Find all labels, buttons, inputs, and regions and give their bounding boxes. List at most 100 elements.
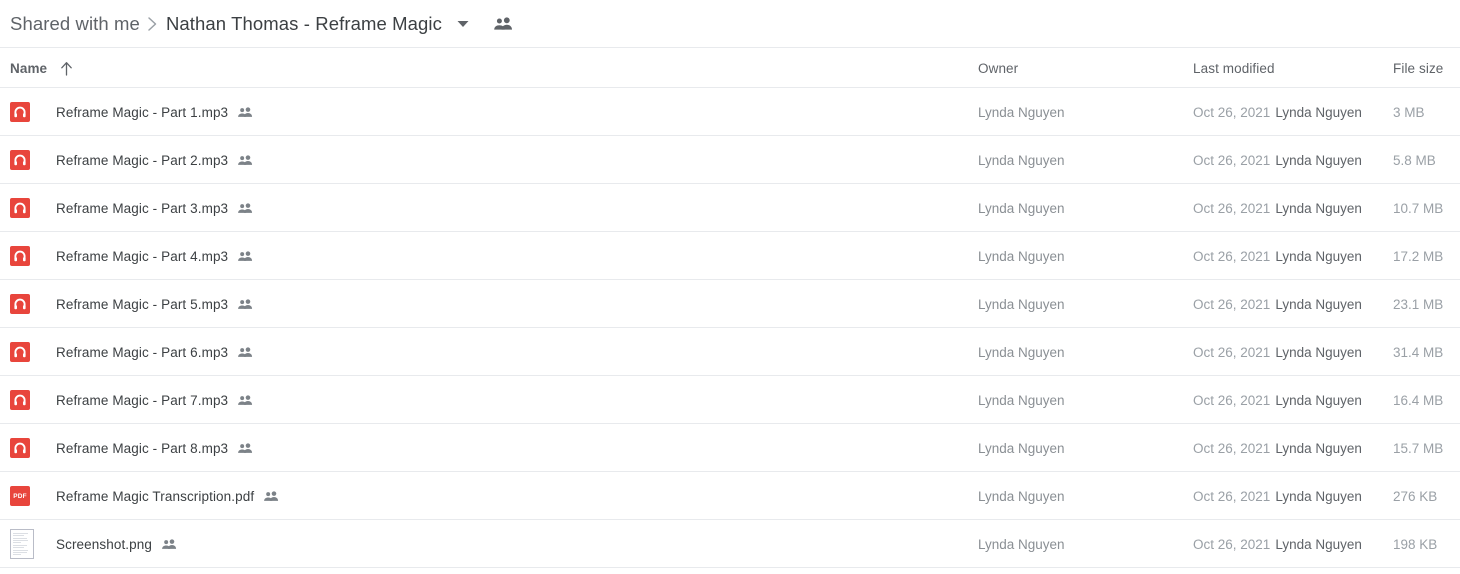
- file-size-cell: 276 KB: [1393, 488, 1438, 504]
- file-name-label: Reframe Magic - Part 6.mp3: [56, 344, 229, 360]
- file-modified-cell: Oct 26, 2021 Lynda Nguyen: [1193, 184, 1362, 232]
- file-name-cell[interactable]: Reframe Magic - Part 8.mp3: [10, 424, 253, 472]
- file-owner-cell: Lynda Nguyen: [978, 296, 1065, 312]
- table-row[interactable]: Reframe Magic - Part 3.mp3 Lynda Nguyen …: [0, 184, 1460, 232]
- file-owner-cell: Lynda Nguyen: [978, 104, 1065, 120]
- table-row[interactable]: Reframe Magic - Part 5.mp3 Lynda Nguyen …: [0, 280, 1460, 328]
- column-header-row: Name Owner Last modified File size: [0, 48, 1460, 88]
- modified-date: Oct 26, 2021: [1193, 152, 1271, 168]
- file-modified-cell: Oct 26, 2021 Lynda Nguyen: [1193, 88, 1362, 136]
- modified-by: Lynda Nguyen: [1275, 104, 1362, 120]
- file-name-cell[interactable]: Screenshot.png: [10, 520, 177, 568]
- file-size-cell: 17.2 MB: [1393, 248, 1444, 264]
- audio-file-icon: [10, 390, 30, 410]
- breadcrumb-item-shared-with-me[interactable]: Shared with me: [10, 13, 140, 35]
- modified-date: Oct 26, 2021: [1193, 104, 1271, 120]
- modified-date: Oct 26, 2021: [1193, 536, 1271, 552]
- modified-by: Lynda Nguyen: [1275, 488, 1362, 504]
- file-owner-cell: Lynda Nguyen: [978, 200, 1065, 216]
- file-modified-cell: Oct 26, 2021 Lynda Nguyen: [1193, 328, 1362, 376]
- file-size-cell: 5.8 MB: [1393, 152, 1436, 168]
- column-header-file-size[interactable]: File size: [1393, 48, 1443, 88]
- breadcrumb-item-current-folder[interactable]: Nathan Thomas - Reframe Magic: [166, 13, 442, 35]
- arrow-up-icon[interactable]: [60, 61, 73, 76]
- file-modified-cell: Oct 26, 2021 Lynda Nguyen: [1193, 280, 1362, 328]
- people-shared-icon[interactable]: [237, 394, 253, 406]
- modified-date: Oct 26, 2021: [1193, 296, 1271, 312]
- file-size-cell: 198 KB: [1393, 536, 1438, 552]
- chevron-right-icon: [140, 15, 166, 33]
- table-row[interactable]: Reframe Magic - Part 7.mp3 Lynda Nguyen …: [0, 376, 1460, 424]
- table-row[interactable]: Reframe Magic - Part 4.mp3 Lynda Nguyen …: [0, 232, 1460, 280]
- modified-by: Lynda Nguyen: [1275, 344, 1362, 360]
- file-name-cell[interactable]: Reframe Magic - Part 3.mp3: [10, 184, 253, 232]
- thumbnail-preview: [11, 530, 33, 558]
- column-header-name[interactable]: Name: [10, 48, 73, 88]
- people-shared-icon[interactable]: [237, 154, 253, 166]
- table-row[interactable]: Reframe Magic - Part 1.mp3 Lynda Nguyen …: [0, 88, 1460, 136]
- table-row[interactable]: PDF Reframe Magic Transcription.pdf Lynd…: [0, 472, 1460, 520]
- modified-date: Oct 26, 2021: [1193, 200, 1271, 216]
- file-name-cell[interactable]: Reframe Magic - Part 4.mp3: [10, 232, 253, 280]
- table-row[interactable]: Screenshot.png Lynda Nguyen Oct 26, 2021…: [0, 520, 1460, 568]
- audio-file-icon: [10, 102, 30, 122]
- file-owner-cell: Lynda Nguyen: [978, 152, 1065, 168]
- modified-date: Oct 26, 2021: [1193, 344, 1271, 360]
- file-size-cell: 15.7 MB: [1393, 440, 1444, 456]
- file-name-cell[interactable]: Reframe Magic - Part 5.mp3: [10, 280, 253, 328]
- breadcrumb: Shared with me Nathan Thomas - Reframe M…: [0, 0, 1460, 48]
- people-shared-icon[interactable]: [237, 202, 253, 214]
- file-owner-cell: Lynda Nguyen: [978, 536, 1065, 552]
- modified-by: Lynda Nguyen: [1275, 200, 1362, 216]
- chevron-down-icon[interactable]: [450, 11, 476, 37]
- audio-file-icon: [10, 342, 30, 362]
- modified-date: Oct 26, 2021: [1193, 488, 1271, 504]
- modified-by: Lynda Nguyen: [1275, 536, 1362, 552]
- file-name-cell[interactable]: Reframe Magic - Part 2.mp3: [10, 136, 253, 184]
- table-row[interactable]: Reframe Magic - Part 2.mp3 Lynda Nguyen …: [0, 136, 1460, 184]
- file-name-label: Reframe Magic - Part 3.mp3: [56, 200, 229, 216]
- audio-file-icon: [10, 438, 30, 458]
- table-row[interactable]: Reframe Magic - Part 6.mp3 Lynda Nguyen …: [0, 328, 1460, 376]
- file-owner-cell: Lynda Nguyen: [978, 344, 1065, 360]
- file-name-label: Reframe Magic Transcription.pdf: [56, 488, 255, 504]
- column-header-owner[interactable]: Owner: [978, 48, 1018, 88]
- people-shared-icon[interactable]: [237, 442, 253, 454]
- file-modified-cell: Oct 26, 2021 Lynda Nguyen: [1193, 232, 1362, 280]
- file-size-cell: 23.1 MB: [1393, 296, 1444, 312]
- file-size-cell: 16.4 MB: [1393, 392, 1444, 408]
- audio-file-icon: [10, 150, 30, 170]
- file-owner-cell: Lynda Nguyen: [978, 488, 1065, 504]
- file-size-cell: 3 MB: [1393, 104, 1425, 120]
- file-owner-cell: Lynda Nguyen: [978, 392, 1065, 408]
- file-name-label: Screenshot.png: [56, 536, 152, 552]
- audio-file-icon: [10, 246, 30, 266]
- file-modified-cell: Oct 26, 2021 Lynda Nguyen: [1193, 472, 1362, 520]
- modified-by: Lynda Nguyen: [1275, 296, 1362, 312]
- people-shared-icon[interactable]: [490, 11, 516, 37]
- file-name-label: Reframe Magic - Part 5.mp3: [56, 296, 229, 312]
- modified-date: Oct 26, 2021: [1193, 248, 1271, 264]
- audio-file-icon: [10, 198, 30, 218]
- file-name-cell[interactable]: Reframe Magic - Part 7.mp3: [10, 376, 253, 424]
- file-modified-cell: Oct 26, 2021 Lynda Nguyen: [1193, 424, 1362, 472]
- people-shared-icon[interactable]: [263, 490, 279, 502]
- file-owner-cell: Lynda Nguyen: [978, 248, 1065, 264]
- file-size-cell: 31.4 MB: [1393, 344, 1444, 360]
- file-name-cell[interactable]: Reframe Magic - Part 1.mp3: [10, 88, 253, 136]
- people-shared-icon[interactable]: [237, 250, 253, 262]
- file-modified-cell: Oct 26, 2021 Lynda Nguyen: [1193, 520, 1362, 568]
- column-header-name-label: Name: [10, 60, 48, 76]
- file-name-cell[interactable]: PDF Reframe Magic Transcription.pdf: [10, 472, 279, 520]
- file-size-cell: 10.7 MB: [1393, 200, 1444, 216]
- people-shared-icon[interactable]: [237, 106, 253, 118]
- table-row[interactable]: Reframe Magic - Part 8.mp3 Lynda Nguyen …: [0, 424, 1460, 472]
- image-file-icon: [10, 529, 34, 559]
- people-shared-icon[interactable]: [237, 346, 253, 358]
- file-name-cell[interactable]: Reframe Magic - Part 6.mp3: [10, 328, 253, 376]
- file-name-label: Reframe Magic - Part 2.mp3: [56, 152, 229, 168]
- people-shared-icon[interactable]: [161, 538, 177, 550]
- people-shared-icon[interactable]: [237, 298, 253, 310]
- column-header-last-modified[interactable]: Last modified: [1193, 48, 1275, 88]
- file-list: Reframe Magic - Part 1.mp3 Lynda Nguyen …: [0, 88, 1460, 568]
